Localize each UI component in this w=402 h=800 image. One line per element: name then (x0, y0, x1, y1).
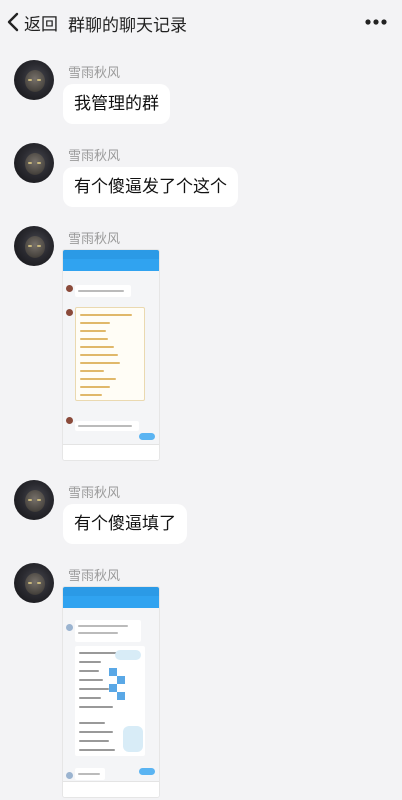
page-title: 群聊的聊天记录 (68, 16, 187, 36)
more-button[interactable] (364, 14, 388, 30)
chat-message: 雪雨秋风 (0, 563, 402, 798)
chat-message: 雪雨秋风 我管理的群 (0, 60, 402, 130)
back-button[interactable]: 返回 (6, 11, 58, 35)
chat-message: 雪雨秋风 有个傻逼填了 (0, 480, 402, 550)
chevron-left-icon (7, 12, 19, 32)
sender-name: 雪雨秋风 (68, 66, 121, 81)
sender-name: 雪雨秋风 (68, 486, 121, 501)
chat-message: 雪雨秋风 有个傻逼发了个这个 (0, 143, 402, 213)
message-bubble[interactable]: 我管理的群 (63, 84, 170, 124)
sender-name: 雪雨秋风 (68, 149, 121, 164)
avatar[interactable] (14, 60, 54, 100)
avatar[interactable] (14, 143, 54, 183)
message-bubble[interactable]: 有个傻逼填了 (63, 504, 187, 544)
avatar[interactable] (14, 226, 54, 266)
image-message[interactable] (63, 250, 159, 460)
more-dots-icon (365, 19, 387, 25)
avatar[interactable] (14, 563, 54, 603)
sender-name: 雪雨秋风 (68, 232, 121, 247)
top-bar: 返回 群聊的聊天记录 (0, 0, 402, 44)
back-label: 返回 (24, 14, 58, 35)
chat-message: 雪雨秋风 (0, 226, 402, 466)
image-message[interactable] (63, 587, 159, 797)
message-bubble[interactable]: 有个傻逼发了个这个 (63, 167, 238, 207)
sender-name: 雪雨秋风 (68, 569, 121, 584)
avatar[interactable] (14, 480, 54, 520)
